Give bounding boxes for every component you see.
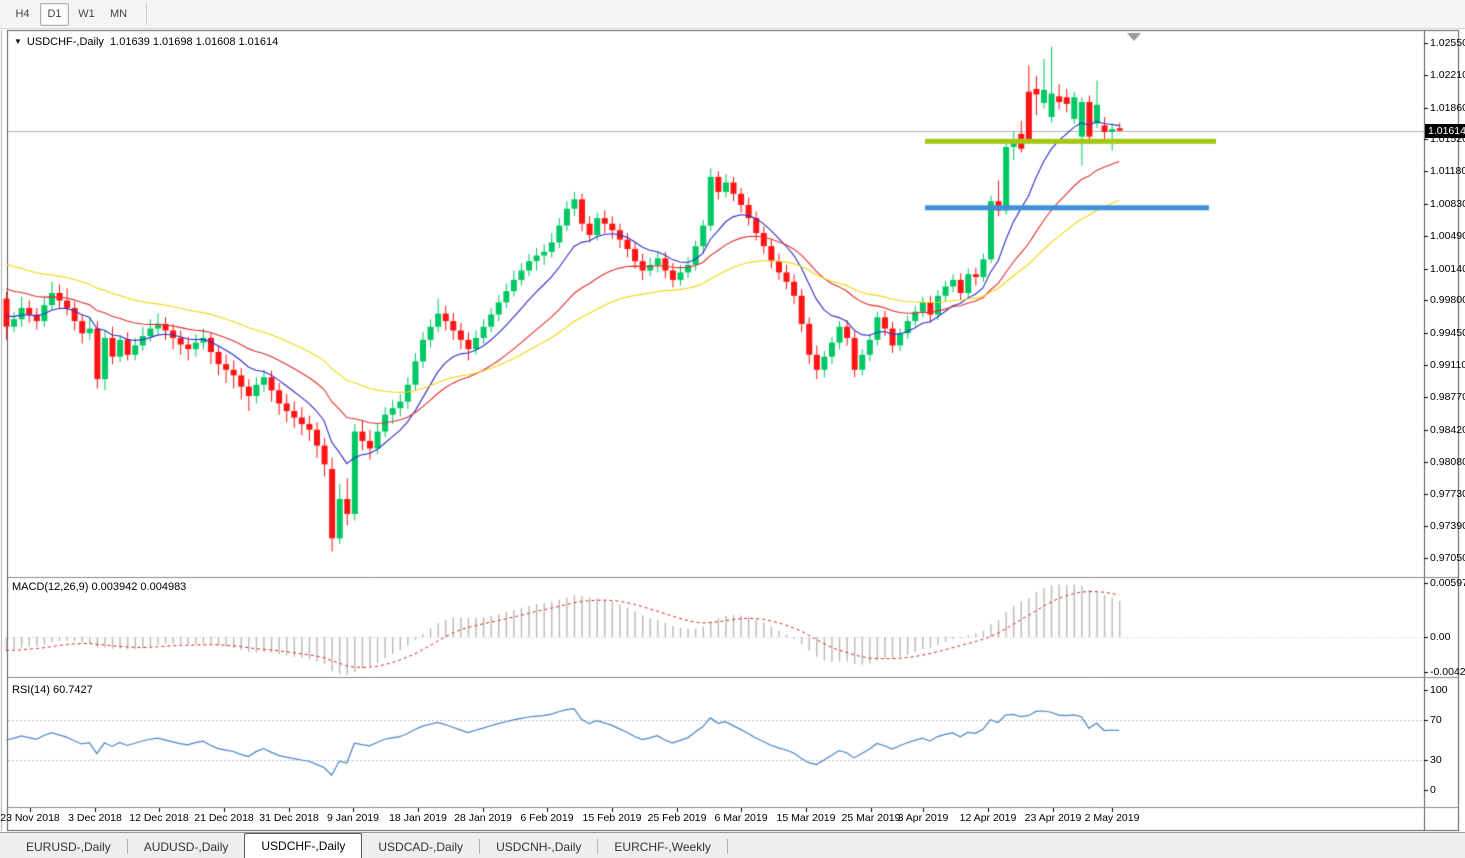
- chevron-down-icon[interactable]: ▼: [14, 37, 22, 46]
- price-axis-label: 0.97730: [1430, 488, 1465, 500]
- date-axis-label: 3 Apr 2019: [898, 812, 949, 824]
- price-axis-label: 0.97050: [1430, 552, 1465, 564]
- rsi-axis-label: 0: [1430, 784, 1436, 796]
- date-axis-label: 3 Dec 2018: [68, 812, 122, 824]
- trading-app-window: H4 D1 W1 MN ▼ USDCHF-,Daily 1.01639 1.016…: [0, 0, 1465, 858]
- timeframe-button-d1[interactable]: D1: [40, 3, 69, 26]
- macd-values: 0.003942 0.004983: [91, 581, 186, 593]
- date-axis-label: 23 Nov 2018: [0, 812, 60, 824]
- macd-axis-label: -0.004243: [1430, 666, 1465, 678]
- price-axis-label: 0.99450: [1430, 327, 1465, 339]
- chart-symbol-label: USDCHF-,Daily: [27, 36, 104, 48]
- rsi-axis-label: 100: [1430, 684, 1448, 696]
- date-axis-label: 2 May 2019: [1085, 812, 1140, 824]
- date-axis-label: 12 Dec 2018: [129, 812, 189, 824]
- price-axis-label: 1.00490: [1430, 230, 1465, 242]
- date-axis-label: 25 Mar 2019: [842, 812, 901, 824]
- date-axis-label: 25 Feb 2019: [648, 812, 707, 824]
- chart-canvas[interactable]: [0, 0, 1465, 858]
- date-axis-label: 6 Feb 2019: [520, 812, 573, 824]
- tab-separator: [727, 839, 728, 854]
- date-axis-label: 6 Mar 2019: [714, 812, 767, 824]
- date-axis-label: 15 Feb 2019: [583, 812, 642, 824]
- price-axis-label: 1.00140: [1430, 263, 1465, 275]
- date-axis-label: 23 Apr 2019: [1025, 812, 1082, 824]
- rsi-axis-label: 30: [1430, 754, 1442, 766]
- rsi-panel-label: RSI(14) 60.7427: [12, 684, 93, 696]
- date-axis-label: 15 Mar 2019: [777, 812, 836, 824]
- price-axis-label: 0.98080: [1430, 456, 1465, 468]
- price-axis-label: 1.02550: [1430, 37, 1465, 49]
- macd-axis-label: 0.00: [1430, 631, 1450, 643]
- current-price-tag: 1.01614: [1425, 124, 1465, 138]
- price-axis-label: 1.01860: [1430, 102, 1465, 114]
- toolbar-separator: [146, 3, 147, 25]
- price-axis-label: 0.98770: [1430, 391, 1465, 403]
- macd-panel-label: MACD(12,26,9) 0.003942 0.004983: [12, 581, 186, 593]
- timeframe-button-mn[interactable]: MN: [104, 3, 133, 26]
- tab-usdcnh-daily[interactable]: USDCNH-,Daily: [480, 836, 597, 858]
- date-axis-label: 28 Jan 2019: [454, 812, 512, 824]
- tab-usdchf-daily[interactable]: USDCHF-,Daily: [244, 833, 362, 858]
- timeframe-button-w1[interactable]: W1: [72, 3, 101, 26]
- date-axis-label: 9 Jan 2019: [327, 812, 379, 824]
- symbol-tabbar: EURUSD-,Daily AUDUSD-,Daily USDCHF-,Dail…: [0, 832, 1465, 858]
- price-axis-label: 1.00830: [1430, 198, 1465, 210]
- chart-title: ▼ USDCHF-,Daily 1.01639 1.01698 1.01608 1…: [14, 36, 278, 48]
- tab-audusd-daily[interactable]: AUDUSD-,Daily: [128, 836, 245, 858]
- date-axis-label: 31 Dec 2018: [259, 812, 319, 824]
- tab-usdcad-daily[interactable]: USDCAD-,Daily: [362, 836, 479, 858]
- tab-eurchf-weekly[interactable]: EURCHF-,Weekly: [598, 836, 726, 858]
- timeframe-button-h4[interactable]: H4: [8, 3, 37, 26]
- price-axis-label: 0.99110: [1430, 359, 1465, 371]
- tab-eurusd-daily[interactable]: EURUSD-,Daily: [10, 836, 127, 858]
- price-axis-label: 0.97390: [1430, 520, 1465, 532]
- timeframe-toolbar: H4 D1 W1 MN: [0, 0, 1465, 29]
- price-axis-label: 0.99800: [1430, 294, 1465, 306]
- rsi-value: 60.7427: [53, 684, 93, 696]
- rsi-axis-label: 70: [1430, 714, 1442, 726]
- date-axis-label: 21 Dec 2018: [194, 812, 254, 824]
- date-axis-label: 18 Jan 2019: [389, 812, 447, 824]
- chart-ohlc-values: 1.01639 1.01698 1.01608 1.01614: [110, 36, 278, 48]
- date-axis-label: 12 Apr 2019: [960, 812, 1017, 824]
- price-axis-label: 0.98420: [1430, 424, 1465, 436]
- price-axis-label: 1.02210: [1430, 69, 1465, 81]
- price-axis-label: 1.01180: [1430, 165, 1465, 177]
- macd-axis-label: 0.00597: [1430, 577, 1465, 589]
